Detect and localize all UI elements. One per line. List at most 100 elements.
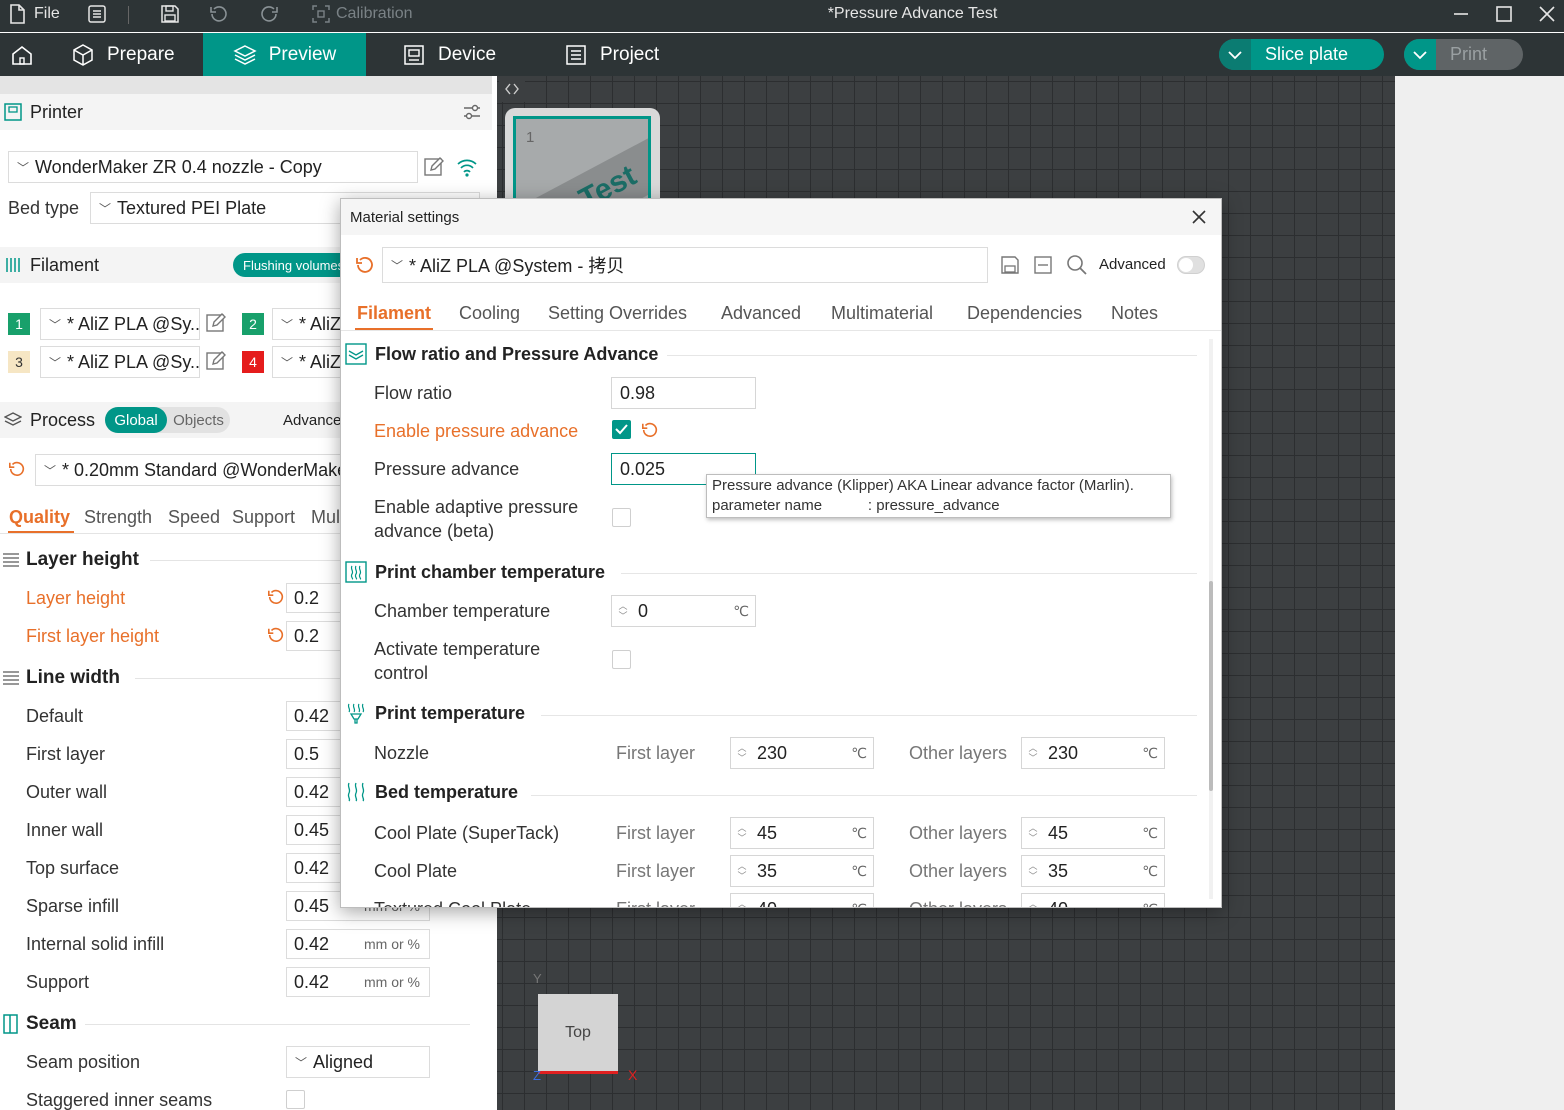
reset-icon[interactable] bbox=[267, 626, 285, 644]
tab-support[interactable]: Support bbox=[232, 507, 295, 528]
tab-device[interactable]: Device bbox=[386, 33, 512, 76]
minimize-button[interactable] bbox=[1452, 0, 1470, 28]
tab-strength[interactable]: Strength bbox=[84, 507, 152, 528]
spin-arrows-icon[interactable]: ︿﹀ bbox=[1022, 861, 1044, 881]
chevron-down-icon: ﹀ bbox=[391, 258, 404, 273]
spin-arrows-icon[interactable]: ︿﹀ bbox=[731, 899, 753, 907]
tab-preview[interactable]: Preview bbox=[203, 33, 366, 76]
spin-arrows-icon[interactable]: ︿﹀ bbox=[1022, 743, 1044, 763]
bed-other-layers-input[interactable]: ︿﹀40 ℃ bbox=[1021, 893, 1165, 907]
chevron-down-icon: ﹀ bbox=[99, 201, 112, 216]
minimize-icon bbox=[1454, 13, 1468, 15]
reset-icon[interactable] bbox=[641, 421, 659, 439]
global-objects-toggle[interactable]: Global Objects bbox=[105, 407, 230, 433]
undo-button[interactable] bbox=[209, 0, 229, 28]
bed-other-layers-input[interactable]: ︿ ﹀ 35 ℃ bbox=[1021, 855, 1165, 887]
spin-arrows-icon[interactable]: ︿﹀ bbox=[731, 823, 753, 843]
tab-advanced[interactable]: Advanced bbox=[721, 303, 801, 324]
tab-multimaterial[interactable]: Multimaterial bbox=[831, 303, 933, 324]
tab-filament[interactable]: Filament bbox=[357, 303, 431, 324]
advanced-mode-label: Advanced bbox=[1099, 256, 1166, 273]
edit-filament-icon[interactable] bbox=[205, 312, 227, 334]
tab-setting-overrides[interactable]: Setting Overrides bbox=[548, 303, 687, 324]
save-button[interactable] bbox=[160, 0, 180, 28]
bed-first-layer-input[interactable]: ︿ ﹀ 35 ℃ bbox=[730, 855, 874, 887]
objects-toggle[interactable]: Objects bbox=[167, 407, 230, 433]
scrollbar-track[interactable] bbox=[1209, 339, 1213, 899]
search-icon[interactable] bbox=[1066, 254, 1087, 275]
redo-button[interactable] bbox=[259, 0, 279, 28]
tab-multimaterial[interactable]: Mul bbox=[311, 507, 340, 528]
advanced-mode-toggle[interactable] bbox=[1177, 256, 1205, 274]
close-window-button[interactable] bbox=[1538, 0, 1556, 28]
edit-printer-icon[interactable] bbox=[423, 156, 445, 178]
view-cube[interactable]: Top bbox=[538, 994, 618, 1074]
tab-cooling[interactable]: Cooling bbox=[459, 303, 520, 324]
undo-icon bbox=[210, 6, 227, 22]
bed-other-layers-input[interactable]: ︿ ﹀ 45 ℃ bbox=[1021, 817, 1165, 849]
tab-prepare[interactable]: Prepare bbox=[55, 33, 203, 76]
bed-other-layers-value: 35 bbox=[1048, 860, 1069, 881]
spin-arrows-icon[interactable]: ︿﹀ bbox=[731, 861, 753, 881]
tab-dependencies[interactable]: Dependencies bbox=[967, 303, 1082, 324]
bed-type-value: Textured PEI Plate bbox=[117, 197, 267, 218]
collapse-sidebar-button[interactable] bbox=[499, 76, 525, 102]
maximize-icon bbox=[1496, 6, 1512, 22]
process-profile-select[interactable]: ﹀ * 0.20mm Standard @WonderMaker bbox=[35, 454, 365, 486]
nozzle-other-layers-input[interactable]: ︿ ﹀ 230 ℃ bbox=[1021, 737, 1165, 769]
tab-notes[interactable]: Notes bbox=[1111, 303, 1158, 324]
nozzle-first-layer-input[interactable]: ︿ ﹀ 230 ℃ bbox=[730, 737, 874, 769]
menu-button[interactable] bbox=[87, 0, 107, 28]
bed-first-layer-input[interactable]: ︿﹀40 ℃ bbox=[730, 893, 874, 907]
spin-arrows-icon[interactable]: ︿﹀ bbox=[612, 601, 634, 621]
slice-plate-button[interactable]: Slice plate bbox=[1219, 39, 1384, 70]
checkmark-icon bbox=[615, 424, 628, 435]
settings-sliders-icon[interactable] bbox=[462, 102, 482, 122]
spin-arrows-icon[interactable]: ︿﹀ bbox=[1022, 823, 1044, 843]
spin-arrows-icon[interactable]: ︿﹀ bbox=[731, 743, 753, 763]
scrollbar-thumb[interactable] bbox=[1209, 581, 1213, 791]
maximize-button[interactable] bbox=[1495, 0, 1513, 28]
bed-first-layer-input[interactable]: ︿ ﹀ 45 ℃ bbox=[730, 817, 874, 849]
staggered-inner-seams-checkbox[interactable] bbox=[286, 1090, 305, 1109]
tab-preview-label: Preview bbox=[268, 43, 337, 65]
activate-temperature-checkbox[interactable] bbox=[612, 650, 631, 669]
line-width-input[interactable]: 0.42 mm or % bbox=[286, 929, 430, 959]
enable-pressure-advance-checkbox[interactable] bbox=[612, 420, 631, 439]
filament-preset-select[interactable]: ﹀ * AliZ PLA @System - 拷贝 bbox=[382, 247, 988, 283]
filament-slot-3-select[interactable]: ﹀ * AliZ PLA @Sy... bbox=[40, 346, 200, 378]
material-settings-dialog: Material settings ﹀ * AliZ PLA @System - … bbox=[340, 198, 1222, 908]
save-preset-icon[interactable] bbox=[1000, 255, 1020, 275]
delete-preset-icon[interactable] bbox=[1033, 255, 1053, 275]
tab-speed[interactable]: Speed bbox=[168, 507, 220, 528]
toggle-knob bbox=[1179, 258, 1193, 272]
filament-slot-1-select[interactable]: ﹀ * AliZ PLA @Sy... bbox=[40, 308, 200, 340]
printer-select[interactable]: ﹀ WonderMaker ZR 0.4 nozzle - Copy bbox=[8, 151, 418, 183]
global-toggle[interactable]: Global bbox=[105, 407, 167, 433]
slice-dropdown[interactable] bbox=[1219, 39, 1251, 70]
reset-icon[interactable] bbox=[8, 460, 26, 478]
printer-name: WonderMaker ZR 0.4 nozzle - Copy bbox=[35, 156, 322, 177]
chamber-temperature-input[interactable]: ︿ ﹀ 0 ℃ bbox=[611, 595, 756, 627]
print-dropdown[interactable] bbox=[1404, 39, 1436, 70]
line-width-label: Default bbox=[26, 706, 84, 726]
line-width-input[interactable]: 0.42 mm or % bbox=[286, 967, 430, 997]
spin-arrows-icon[interactable]: ︿﹀ bbox=[1022, 899, 1044, 907]
file-menu[interactable]: File bbox=[8, 0, 60, 28]
home-button[interactable] bbox=[0, 33, 50, 76]
adaptive-pa-checkbox[interactable] bbox=[612, 508, 631, 527]
reset-icon[interactable] bbox=[267, 588, 285, 606]
flow-ratio-input[interactable]: 0.98 bbox=[611, 377, 756, 409]
wifi-icon[interactable] bbox=[455, 156, 479, 178]
reset-icon[interactable] bbox=[355, 255, 375, 275]
nozzle-temperature-icon bbox=[347, 703, 365, 724]
close-icon[interactable] bbox=[1191, 209, 1207, 225]
seam-icon bbox=[3, 1014, 18, 1034]
calibration-menu[interactable]: Calibration bbox=[312, 0, 412, 28]
cube-icon bbox=[73, 43, 93, 66]
seam-position-select[interactable]: ﹀ Aligned bbox=[286, 1046, 430, 1078]
edit-filament-icon[interactable] bbox=[205, 350, 227, 372]
tab-quality[interactable]: Quality bbox=[9, 507, 70, 528]
tab-project[interactable]: Project bbox=[548, 33, 675, 76]
print-button[interactable]: Print bbox=[1404, 39, 1523, 70]
